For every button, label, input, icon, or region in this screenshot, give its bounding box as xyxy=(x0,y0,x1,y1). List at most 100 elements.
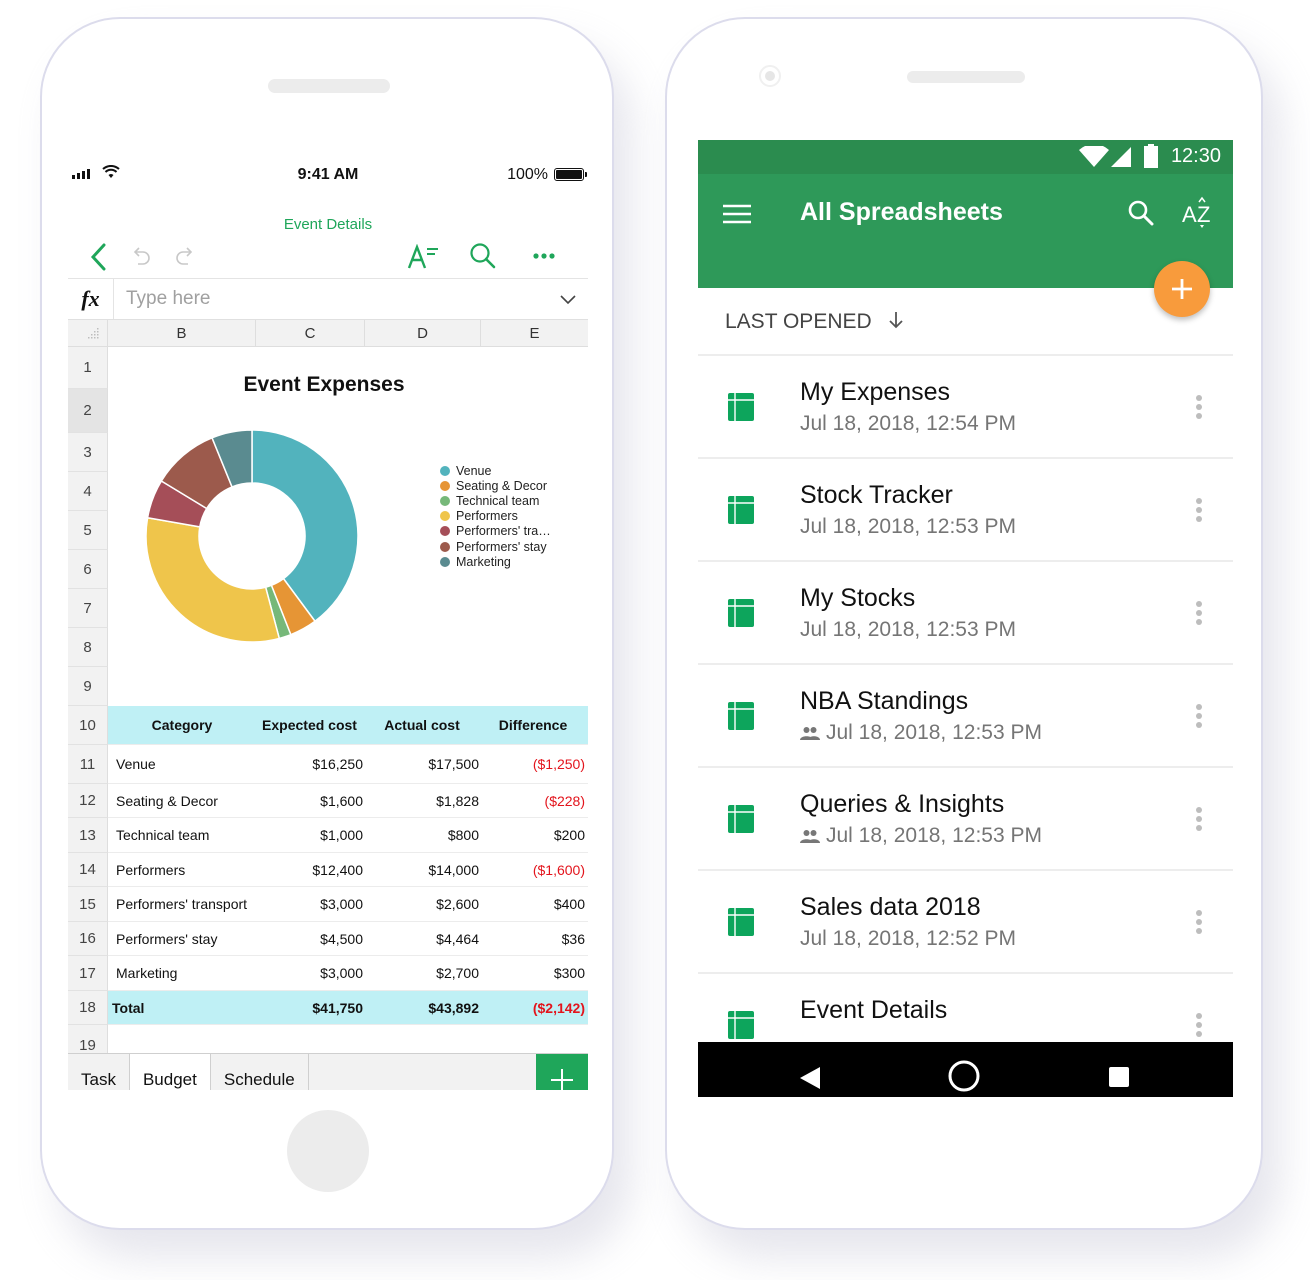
category-cell[interactable]: Performers' transport xyxy=(108,896,256,912)
difference-cell[interactable]: $300 xyxy=(481,965,588,981)
expected-cost-cell[interactable]: $1,000 xyxy=(256,827,365,843)
row-header[interactable]: 2 xyxy=(68,389,108,433)
legend-item[interactable]: Technical team xyxy=(440,493,551,508)
total-expected[interactable]: $41,750 xyxy=(256,1000,365,1016)
row-header[interactable]: 18 xyxy=(68,991,108,1025)
home-button[interactable] xyxy=(287,1110,369,1192)
row-header[interactable]: 3 xyxy=(68,433,108,472)
expected-cost-cell[interactable]: $1,600 xyxy=(256,793,365,809)
more-vert-icon[interactable] xyxy=(1195,394,1203,420)
chevron-down-icon[interactable] xyxy=(558,289,578,314)
header-actual-cost[interactable]: Actual cost xyxy=(365,717,481,733)
difference-cell[interactable]: ($1,600) xyxy=(481,862,588,878)
more-icon[interactable] xyxy=(529,246,559,266)
fx-icon[interactable]: fx xyxy=(68,279,114,319)
row-header[interactable]: 8 xyxy=(68,628,108,667)
row-header[interactable]: 1 xyxy=(68,347,108,389)
formula-input[interactable] xyxy=(126,286,526,312)
more-vert-icon[interactable] xyxy=(1195,600,1203,626)
row-header[interactable]: 16 xyxy=(68,922,108,956)
difference-cell[interactable]: ($1,250) xyxy=(481,756,588,772)
legend-item[interactable]: Performers' tra… xyxy=(440,524,551,539)
category-cell[interactable]: Venue xyxy=(108,756,256,772)
difference-cell[interactable]: ($228) xyxy=(481,793,588,809)
event-expenses-chart[interactable]: Event Expenses Venue Seating & Decor Techn… xyxy=(108,347,588,714)
redo-icon[interactable] xyxy=(172,243,198,271)
select-all-corner[interactable] xyxy=(68,320,108,347)
search-icon[interactable] xyxy=(1127,199,1155,227)
category-cell[interactable]: Performers' stay xyxy=(108,931,256,947)
file-item[interactable]: NBA Standings Jul 18, 2018, 12:53 PM xyxy=(698,665,1233,768)
column-header-c[interactable]: C xyxy=(256,320,365,347)
actual-cost-cell[interactable]: $2,700 xyxy=(365,965,481,981)
more-vert-icon[interactable] xyxy=(1195,909,1203,935)
expected-cost-cell[interactable]: $3,000 xyxy=(256,965,365,981)
row-header[interactable]: 19 xyxy=(68,1025,108,1055)
donut-slice-performers[interactable] xyxy=(145,516,281,643)
row-header[interactable]: 14 xyxy=(68,853,108,887)
expected-cost-cell[interactable]: $4,500 xyxy=(256,931,365,947)
menu-icon[interactable] xyxy=(723,204,751,224)
actual-cost-cell[interactable]: $17,500 xyxy=(365,756,481,772)
actual-cost-cell[interactable]: $14,000 xyxy=(365,862,481,878)
total-actual[interactable]: $43,892 xyxy=(365,1000,481,1016)
more-vert-icon[interactable] xyxy=(1195,497,1203,523)
nav-recents-icon[interactable] xyxy=(1108,1066,1130,1088)
legend-item[interactable]: Performers' stay xyxy=(440,539,551,554)
column-header-e[interactable]: E xyxy=(481,320,588,347)
file-item[interactable]: Stock Tracker Jul 18, 2018, 12:53 PM xyxy=(698,459,1233,562)
tab-task[interactable]: Task xyxy=(68,1054,130,1090)
legend-item[interactable]: Seating & Decor xyxy=(440,478,551,493)
nav-home-icon[interactable] xyxy=(947,1059,981,1093)
more-vert-icon[interactable] xyxy=(1195,703,1203,729)
actual-cost-cell[interactable]: $4,464 xyxy=(365,931,481,947)
row-header[interactable]: 10 xyxy=(68,706,108,745)
expected-cost-cell[interactable]: $3,000 xyxy=(256,896,365,912)
sort-row[interactable]: LAST OPENED xyxy=(698,288,1233,356)
row-header[interactable]: 13 xyxy=(68,818,108,853)
back-icon[interactable] xyxy=(86,240,110,274)
text-format-icon[interactable] xyxy=(406,242,440,272)
category-cell[interactable]: Marketing xyxy=(108,965,256,981)
file-item[interactable]: My Expenses Jul 18, 2018, 12:54 PM xyxy=(698,356,1233,459)
category-cell[interactable]: Technical team xyxy=(108,827,256,843)
row-header[interactable]: 7 xyxy=(68,589,108,628)
undo-icon[interactable] xyxy=(128,243,154,271)
column-header-d[interactable]: D xyxy=(365,320,481,347)
row-header[interactable]: 15 xyxy=(68,887,108,922)
header-expected-cost[interactable]: Expected cost xyxy=(256,717,365,733)
total-label[interactable]: Total xyxy=(108,1000,256,1016)
row-header[interactable]: 11 xyxy=(68,745,108,784)
actual-cost-cell[interactable]: $1,828 xyxy=(365,793,481,809)
expected-cost-cell[interactable]: $16,250 xyxy=(256,756,365,772)
category-cell[interactable]: Seating & Decor xyxy=(108,793,256,809)
row-header[interactable]: 5 xyxy=(68,511,108,550)
total-difference[interactable]: ($2,142) xyxy=(481,1000,588,1016)
more-vert-icon[interactable] xyxy=(1195,806,1203,832)
new-spreadsheet-fab[interactable] xyxy=(1154,261,1210,317)
tab-schedule[interactable]: Schedule xyxy=(211,1054,309,1090)
row-header[interactable]: 9 xyxy=(68,667,108,706)
nav-back-icon[interactable] xyxy=(799,1066,821,1090)
row-header[interactable]: 4 xyxy=(68,472,108,511)
tab-budget[interactable]: Budget xyxy=(129,1054,211,1090)
more-vert-icon[interactable] xyxy=(1195,1012,1203,1038)
category-cell[interactable]: Performers xyxy=(108,862,256,878)
file-item[interactable]: Sales data 2018 Jul 18, 2018, 12:52 PM xyxy=(698,871,1233,974)
legend-item[interactable]: Venue xyxy=(440,463,551,478)
legend-item[interactable]: Performers xyxy=(440,509,551,524)
sort-az-icon[interactable]: AZ xyxy=(1182,196,1214,230)
row-header[interactable]: 17 xyxy=(68,956,108,991)
actual-cost-cell[interactable]: $800 xyxy=(365,827,481,843)
legend-item[interactable]: Marketing xyxy=(440,554,551,569)
add-sheet-button[interactable] xyxy=(536,1054,588,1090)
actual-cost-cell[interactable]: $2,600 xyxy=(365,896,481,912)
difference-cell[interactable]: $400 xyxy=(481,896,588,912)
header-category[interactable]: Category xyxy=(108,717,256,733)
file-item[interactable]: Queries & Insights Jul 18, 2018, 12:53 PM xyxy=(698,768,1233,871)
header-difference[interactable]: Difference xyxy=(481,717,588,733)
difference-cell[interactable]: $36 xyxy=(481,931,588,947)
expected-cost-cell[interactable]: $12,400 xyxy=(256,862,365,878)
file-item[interactable]: My Stocks Jul 18, 2018, 12:53 PM xyxy=(698,562,1233,665)
column-header-b[interactable]: B xyxy=(108,320,256,347)
